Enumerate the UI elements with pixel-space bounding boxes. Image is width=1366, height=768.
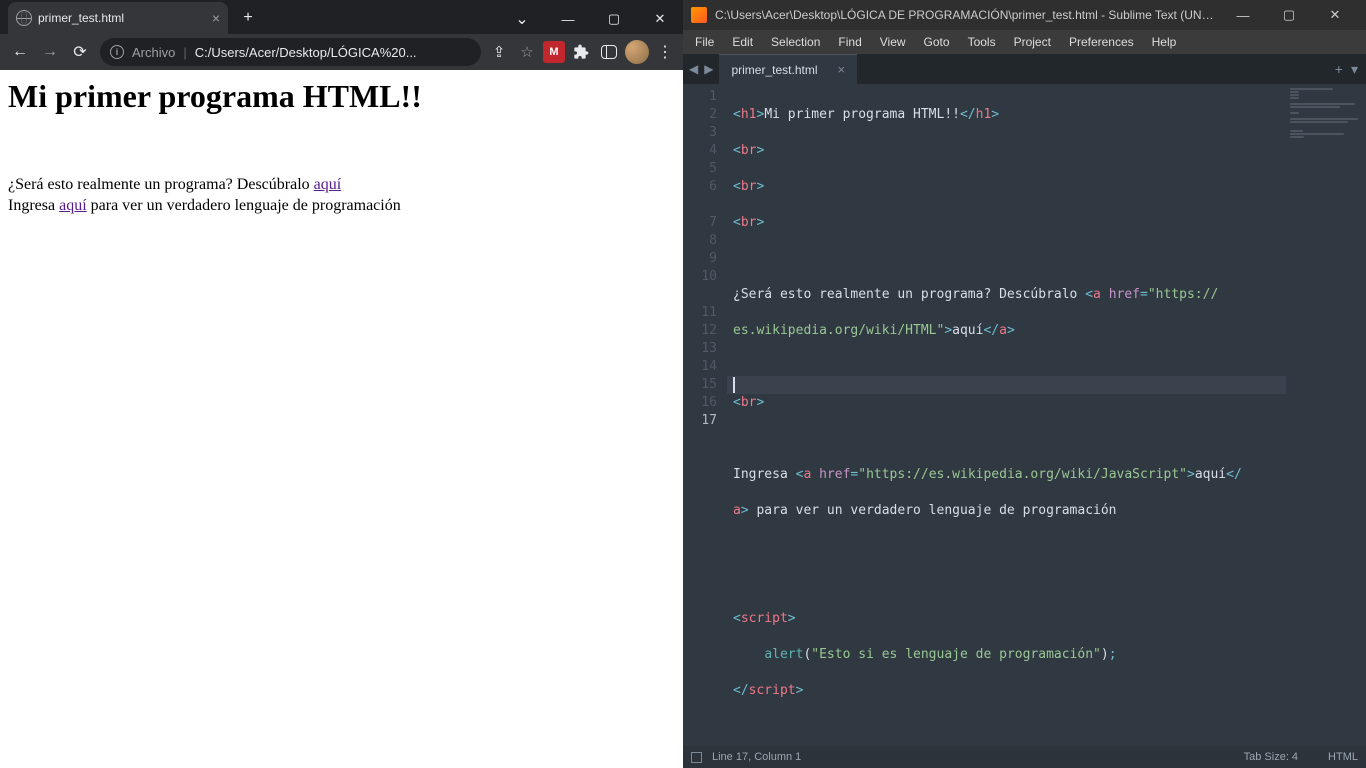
maximize-button[interactable]: ▢: [591, 4, 637, 34]
line-number[interactable]: 8: [683, 232, 717, 250]
bookmark-star-icon[interactable]: ☆: [515, 40, 539, 64]
side-panel-icon[interactable]: [597, 40, 621, 64]
page-content: Mi primer programa HTML!! ¿Será esto rea…: [0, 70, 683, 768]
line-number[interactable]: 12: [683, 322, 717, 340]
tab-dropdown-icon[interactable]: ▾: [1351, 61, 1358, 78]
line-number[interactable]: 15: [683, 376, 717, 394]
link-aqui-1[interactable]: aquí: [314, 176, 342, 193]
line-number[interactable]: 1: [683, 88, 717, 106]
tab-search-icon[interactable]: ⌄: [499, 4, 545, 34]
new-tab-icon[interactable]: +: [1335, 61, 1343, 77]
site-info-icon[interactable]: i: [110, 45, 124, 59]
editor-tab[interactable]: primer_test.html ×: [719, 54, 857, 84]
menu-tools[interactable]: Tools: [960, 33, 1004, 51]
close-window-button[interactable]: ✕: [637, 4, 683, 34]
cursor-position[interactable]: Line 17, Column 1: [712, 751, 801, 763]
maximize-button[interactable]: ▢: [1266, 0, 1312, 30]
url-path: C:/Users/Acer/Desktop/LÓGICA%20...: [195, 45, 417, 60]
line-number[interactable]: 5: [683, 160, 717, 178]
chrome-tabstrip: primer_test.html × + ⌄ — ▢ ✕: [0, 0, 683, 34]
minimize-button[interactable]: —: [545, 4, 591, 34]
line-number[interactable]: 11: [683, 304, 717, 322]
line-number[interactable]: [683, 286, 717, 304]
toolbar-actions: ⇪ ☆ M ⋮: [487, 40, 677, 64]
menu-edit[interactable]: Edit: [724, 33, 761, 51]
close-window-button[interactable]: ✕: [1312, 0, 1358, 30]
editor-tab-label: primer_test.html: [731, 63, 817, 77]
cursor-line: [727, 376, 1286, 394]
menu-help[interactable]: Help: [1144, 33, 1185, 51]
minimize-button[interactable]: —: [1220, 0, 1266, 30]
code-editor[interactable]: <h1>Mi primer programa HTML!!</h1> <br> …: [727, 84, 1286, 746]
line-number[interactable]: 3: [683, 124, 717, 142]
url-scheme-label: Archivo: [132, 45, 175, 60]
sublime-tabbar: ◀ ▶ primer_test.html × + ▾: [683, 54, 1366, 84]
mendeley-extension-icon[interactable]: M: [543, 41, 565, 63]
status-bar: Line 17, Column 1 Tab Size: 4 HTML: [683, 746, 1366, 768]
url-separator: |: [183, 45, 186, 60]
chrome-window: primer_test.html × + ⌄ — ▢ ✕ ← → ⟳ i Arc…: [0, 0, 683, 768]
text: ¿Será esto realmente un programa? Descúb…: [8, 176, 314, 193]
page-line-1: ¿Será esto realmente un programa? Descúb…: [8, 175, 675, 196]
menu-find[interactable]: Find: [830, 33, 869, 51]
text: Ingresa: [8, 197, 59, 214]
profile-avatar-icon[interactable]: [625, 40, 649, 64]
menu-goto[interactable]: Goto: [916, 33, 958, 51]
new-tab-button[interactable]: +: [234, 4, 262, 32]
sublime-window: C:\Users\Acer\Desktop\LÓGICA DE PROGRAMA…: [683, 0, 1366, 768]
browser-tab[interactable]: primer_test.html ×: [8, 2, 228, 34]
reload-button[interactable]: ⟳: [66, 38, 94, 66]
tabbar-actions: + ▾: [1327, 54, 1366, 84]
tab-size[interactable]: Tab Size: 4: [1244, 751, 1298, 763]
line-number[interactable]: 9: [683, 250, 717, 268]
address-bar[interactable]: i Archivo | C:/Users/Acer/Desktop/LÓGICA…: [100, 38, 481, 66]
line-number[interactable]: [683, 196, 717, 214]
line-number[interactable]: 16: [683, 394, 717, 412]
syntax-mode[interactable]: HTML: [1328, 751, 1358, 763]
line-number[interactable]: 4: [683, 142, 717, 160]
line-number[interactable]: 6: [683, 178, 717, 196]
share-icon[interactable]: ⇪: [487, 40, 511, 64]
line-number[interactable]: 2: [683, 106, 717, 124]
line-number[interactable]: 17: [683, 412, 717, 430]
close-tab-icon[interactable]: ×: [838, 62, 846, 77]
sublime-titlebar: C:\Users\Acer\Desktop\LÓGICA DE PROGRAMA…: [683, 0, 1366, 30]
tab-title: primer_test.html: [38, 11, 206, 25]
line-number[interactable]: 13: [683, 340, 717, 358]
editor-body: 1 2 3 4 5 6 7 8 9 10 11 12 13 14 15 16 1…: [683, 84, 1366, 746]
chrome-chrome: primer_test.html × + ⌄ — ▢ ✕ ← → ⟳ i Arc…: [0, 0, 683, 70]
sublime-logo-icon: [691, 7, 707, 23]
sublime-title: C:\Users\Acer\Desktop\LÓGICA DE PROGRAMA…: [715, 8, 1220, 22]
back-button[interactable]: ←: [6, 38, 34, 66]
line-number[interactable]: 10: [683, 268, 717, 286]
menu-preferences[interactable]: Preferences: [1061, 33, 1142, 51]
menu-selection[interactable]: Selection: [763, 33, 828, 51]
line-number[interactable]: 7: [683, 214, 717, 232]
page-line-2: Ingresa aquí para ver un verdadero lengu…: [8, 196, 675, 217]
extensions-icon[interactable]: [569, 40, 593, 64]
sublime-window-controls: — ▢ ✕: [1220, 0, 1358, 30]
chrome-toolbar: ← → ⟳ i Archivo | C:/Users/Acer/Desktop/…: [0, 34, 683, 70]
text: para ver un verdadero lenguaje de progra…: [87, 197, 401, 214]
page-heading: Mi primer programa HTML!!: [8, 78, 675, 115]
nav-back-icon[interactable]: ◀: [687, 62, 700, 76]
menu-project[interactable]: Project: [1006, 33, 1059, 51]
nav-forward-icon[interactable]: ▶: [702, 62, 715, 76]
line-gutter: 1 2 3 4 5 6 7 8 9 10 11 12 13 14 15 16 1…: [683, 84, 727, 746]
line-number[interactable]: 14: [683, 358, 717, 376]
link-aqui-2[interactable]: aquí: [59, 197, 87, 214]
menu-view[interactable]: View: [872, 33, 914, 51]
globe-icon: [16, 10, 32, 26]
close-tab-icon[interactable]: ×: [212, 10, 220, 26]
chrome-window-controls: ⌄ — ▢ ✕: [499, 4, 683, 34]
menu-file[interactable]: File: [687, 33, 722, 51]
forward-button[interactable]: →: [36, 38, 64, 66]
minimap[interactable]: [1286, 84, 1366, 746]
sublime-menubar: File Edit Selection Find View Goto Tools…: [683, 30, 1366, 54]
chrome-menu-icon[interactable]: ⋮: [653, 40, 677, 64]
tab-history-nav: ◀ ▶: [683, 54, 719, 84]
panel-switcher-icon[interactable]: [691, 752, 702, 763]
